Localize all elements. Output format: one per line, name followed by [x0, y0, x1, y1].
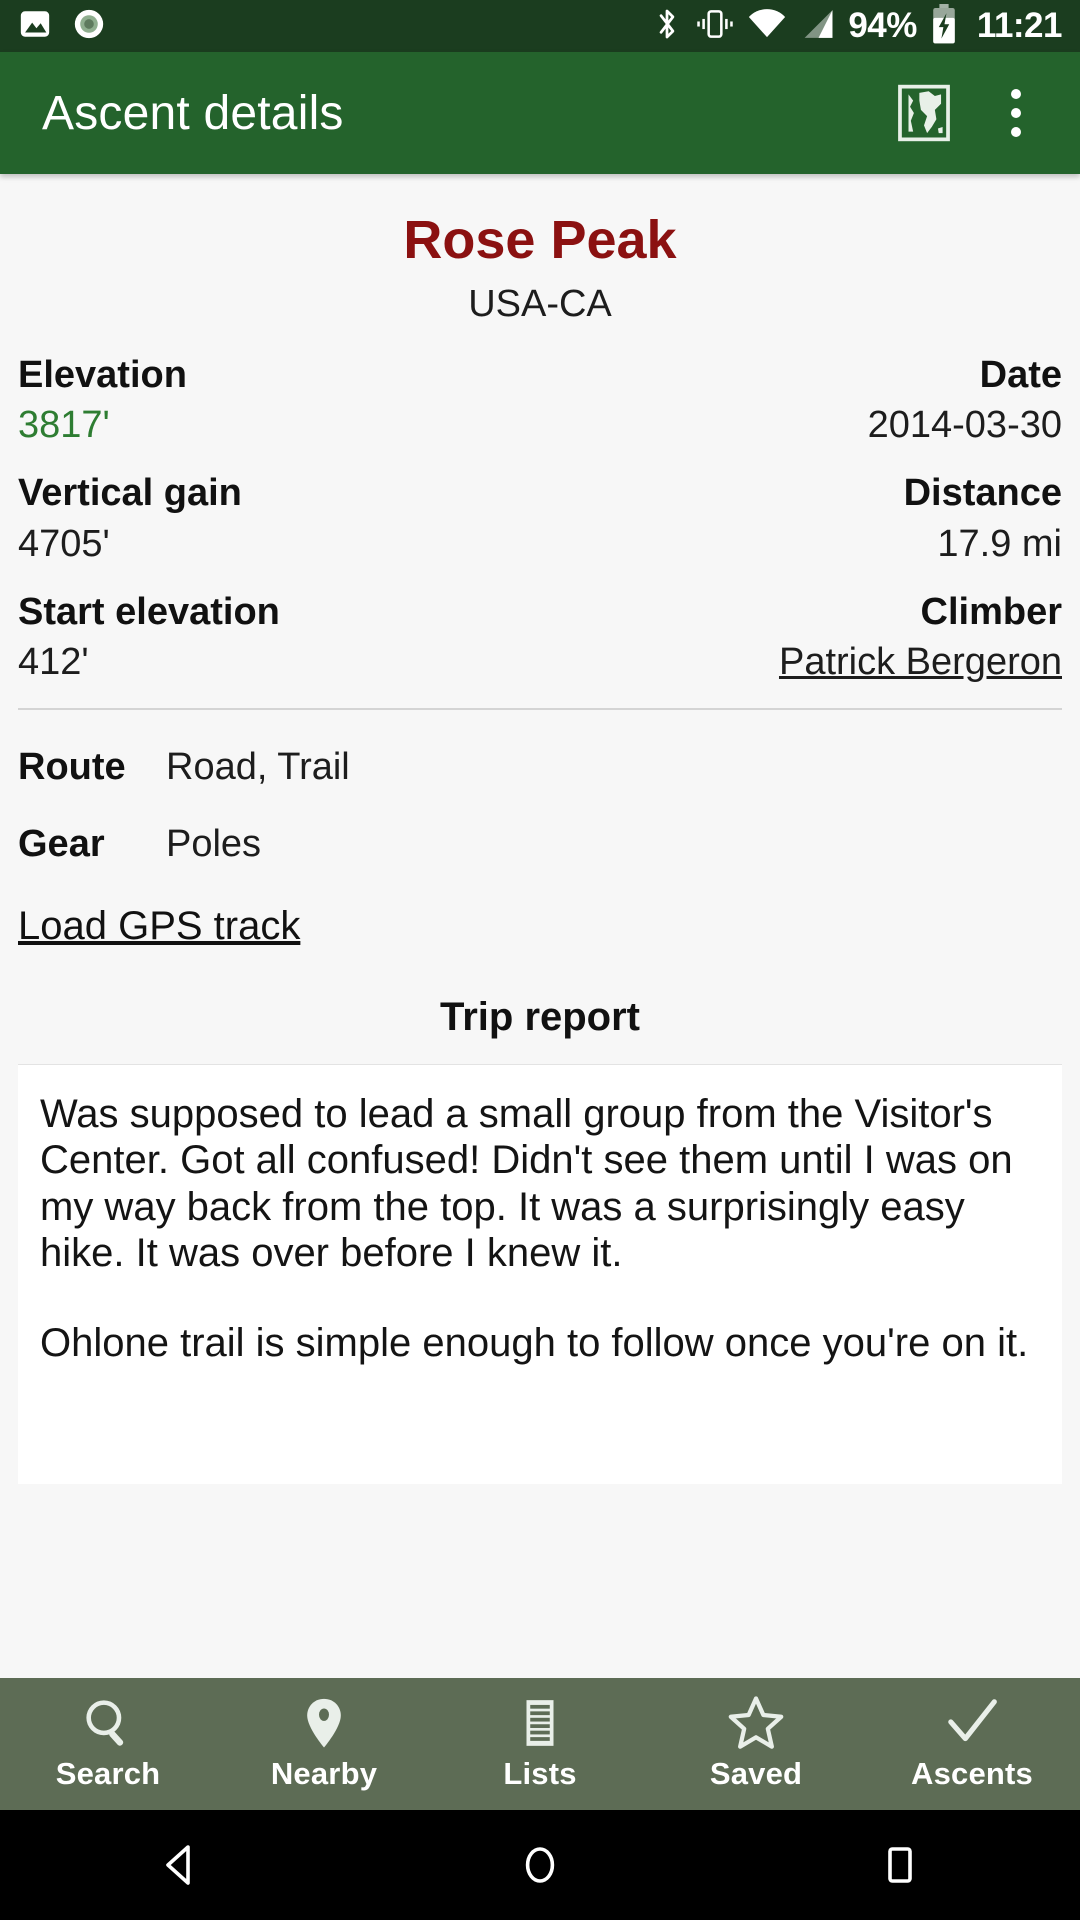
stat-value: 2014-03-30	[867, 404, 1062, 447]
stat-start-elevation: Start elevation 412'	[18, 589, 280, 686]
detail-key: Gear	[18, 822, 105, 865]
search-icon	[81, 1696, 135, 1750]
record-icon	[72, 7, 106, 46]
map-pin-icon	[297, 1696, 351, 1750]
ascent-stats: Elevation 3817' Date 2014-03-30 Vertical…	[0, 352, 1080, 686]
section-divider	[18, 707, 1062, 710]
bluetooth-icon	[652, 5, 682, 48]
stat-value: 3817'	[18, 404, 110, 447]
overflow-menu-icon[interactable]	[988, 79, 1044, 147]
trip-report-paragraph: Ohlone trail is simple enough to follow …	[40, 1321, 1029, 1366]
home-icon[interactable]	[360, 1841, 720, 1889]
image-icon	[18, 7, 52, 46]
stat-value: 17.9 mi	[937, 522, 1062, 565]
status-bar-right-icons: 94% 11:21	[652, 3, 1063, 49]
nav-label: Nearby	[270, 1756, 378, 1791]
battery-charging-icon	[931, 3, 957, 49]
world-map-icon[interactable]	[890, 79, 958, 147]
stat-date: Date 2014-03-30	[868, 352, 1062, 449]
nav-label: Lists	[503, 1756, 577, 1791]
stat-row: Vertical gain 4705' Distance 17.9 mi	[18, 470, 1062, 567]
stat-value: 412'	[18, 641, 89, 684]
nav-label: Saved	[709, 1756, 803, 1791]
back-icon[interactable]	[0, 1841, 360, 1889]
overflow-dot	[1011, 127, 1021, 137]
nav-item-lists[interactable]: Lists	[432, 1696, 648, 1792]
stat-label: Date	[979, 353, 1062, 396]
stat-row: Elevation 3817' Date 2014-03-30	[18, 352, 1062, 449]
bottom-navigation-bar: Search Nearby Lists Saved Ascents	[0, 1678, 1080, 1810]
stat-elevation: Elevation 3817'	[18, 352, 187, 449]
stat-row: Start elevation 412' Climber Patrick Ber…	[18, 589, 1062, 686]
battery-percent-label: 94%	[848, 6, 917, 45]
route-gear-section: Route Road, Trail Gear Poles Load GPS tr…	[0, 746, 1080, 949]
stat-label: Distance	[903, 472, 1062, 515]
overflow-dot	[1011, 108, 1021, 118]
app-screen: 94% 11:21 Ascent details Rose Peak USA-C…	[0, 0, 1080, 1920]
system-navigation-bar	[0, 1810, 1080, 1920]
peak-name[interactable]: Rose Peak	[0, 212, 1080, 269]
load-gps-track-link[interactable]: Load GPS track	[18, 904, 300, 949]
nav-label: Search	[55, 1756, 161, 1791]
app-bar-actions	[890, 79, 1044, 147]
status-bar-clock: 11:21	[976, 6, 1063, 45]
page-title: Ascent details	[42, 86, 344, 140]
stat-label: Elevation	[18, 353, 187, 396]
detail-row-route: Route Road, Trail	[18, 746, 1062, 789]
stat-distance: Distance 17.9 mi	[904, 470, 1062, 567]
check-icon	[943, 1696, 1001, 1750]
stat-vertical-gain: Vertical gain 4705'	[18, 470, 242, 567]
status-bar: 94% 11:21	[0, 0, 1080, 52]
nav-item-ascents[interactable]: Ascents	[864, 1696, 1080, 1792]
detail-row-gear: Gear Poles	[18, 823, 1062, 866]
ascent-details-scroll[interactable]: Rose Peak USA-CA Elevation 3817' Date 20…	[0, 174, 1080, 1678]
trip-report-body[interactable]: Was supposed to lead a small group from …	[18, 1063, 1062, 1484]
stat-label: Vertical gain	[18, 472, 242, 515]
recents-icon[interactable]	[720, 1841, 1080, 1889]
vibrate-icon	[696, 7, 734, 46]
signal-icon	[800, 8, 834, 45]
stat-label: Climber	[920, 591, 1062, 634]
stat-value: 4705'	[18, 522, 110, 565]
app-bar: Ascent details	[0, 52, 1080, 174]
wifi-icon	[748, 8, 786, 45]
detail-value: Road, Trail	[166, 745, 350, 788]
stat-label: Start elevation	[18, 591, 280, 634]
nav-item-nearby[interactable]: Nearby	[216, 1696, 432, 1792]
nav-item-saved[interactable]: Saved	[648, 1696, 864, 1792]
status-bar-left-icons	[18, 7, 106, 46]
detail-value: Poles	[166, 822, 262, 865]
peak-region: USA-CA	[468, 282, 612, 325]
trip-report-paragraph: Was supposed to lead a small group from …	[40, 1091, 1013, 1276]
overflow-dot	[1011, 89, 1021, 99]
detail-key: Route	[18, 745, 126, 788]
list-icon	[513, 1696, 567, 1750]
climber-link[interactable]: Patrick Bergeron	[779, 639, 1062, 685]
nav-label: Ascents	[910, 1756, 1033, 1791]
star-icon	[727, 1696, 785, 1750]
stat-climber: Climber Patrick Bergeron	[779, 589, 1062, 686]
trip-report-heading: Trip report	[439, 994, 641, 1039]
nav-item-search[interactable]: Search	[0, 1696, 216, 1792]
